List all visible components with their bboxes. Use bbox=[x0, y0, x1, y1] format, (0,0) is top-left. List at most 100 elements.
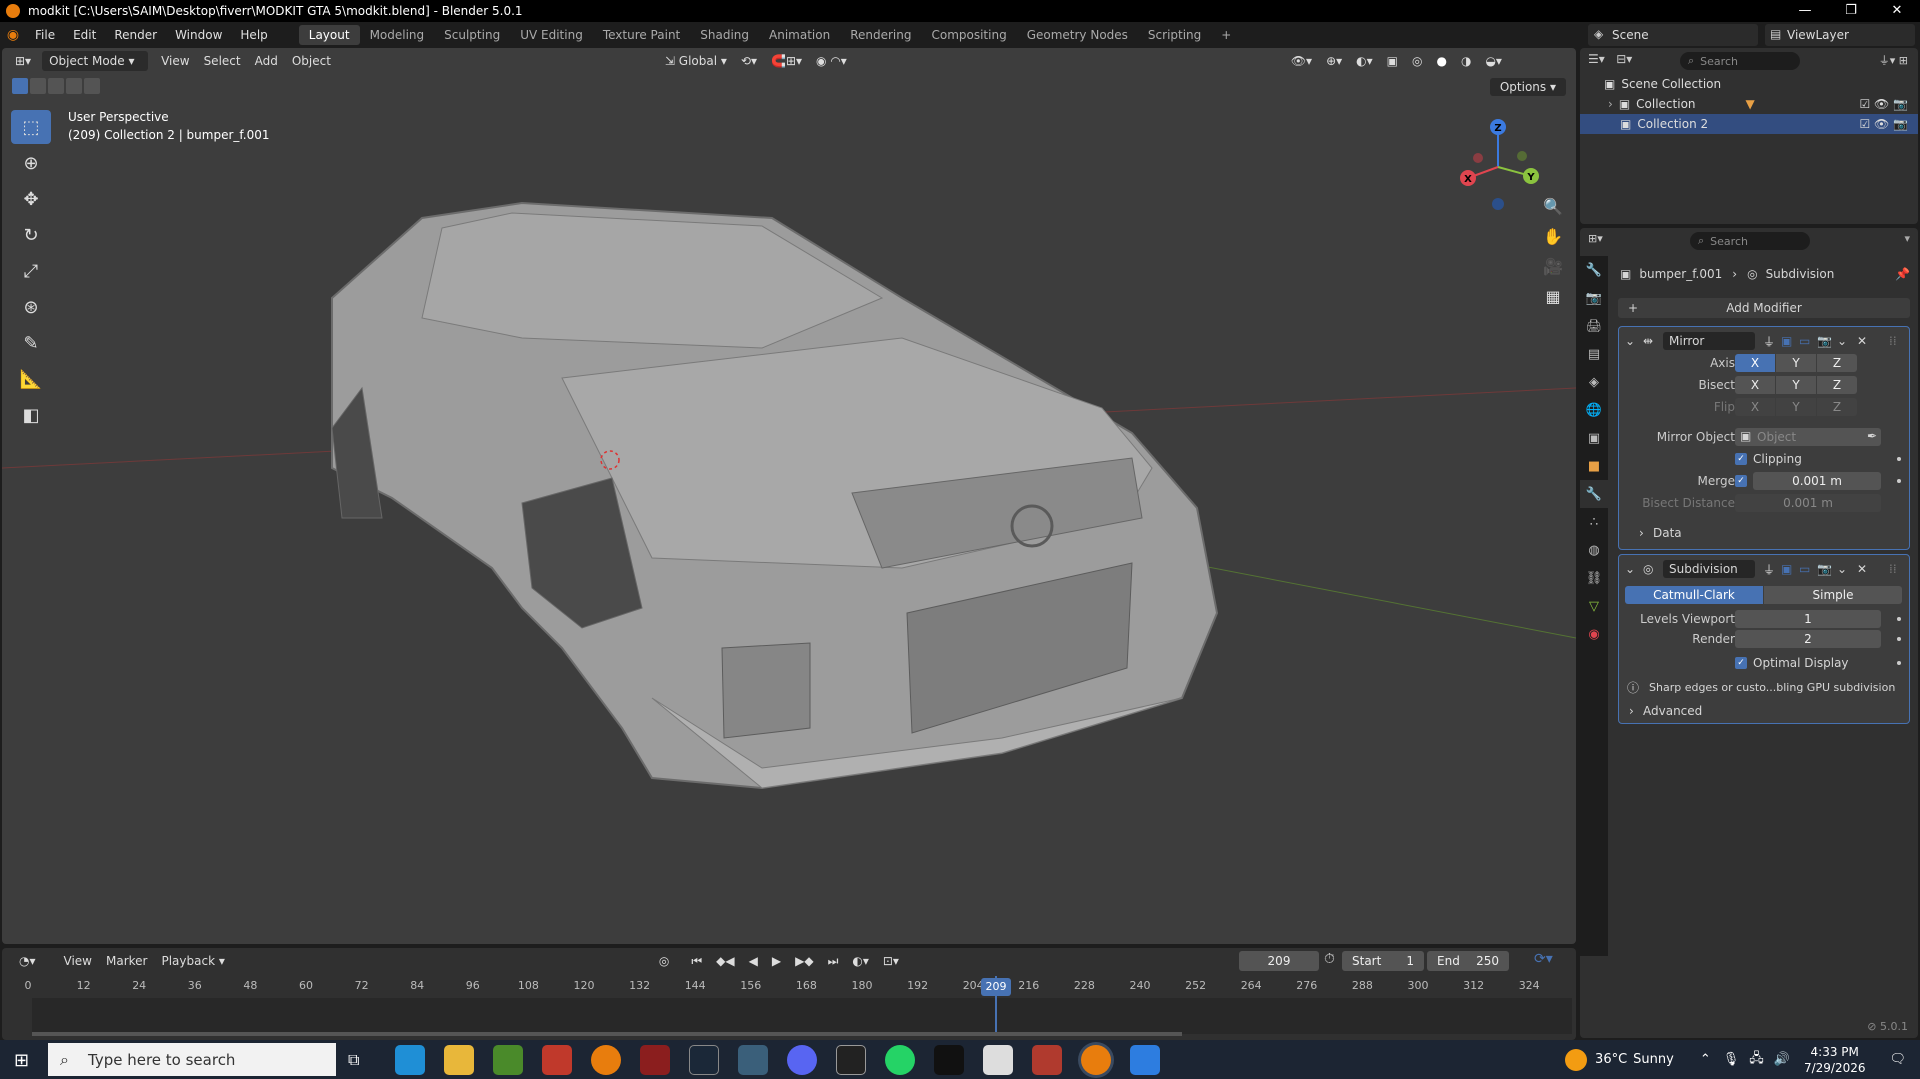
clipping-checkbox[interactable]: ✓ bbox=[1735, 453, 1747, 465]
cursor-icon[interactable]: ⊕ bbox=[11, 146, 51, 180]
timeline-menu-playback[interactable]: Playback ▾ bbox=[154, 951, 231, 971]
flip-x-toggle[interactable]: X bbox=[1735, 398, 1775, 416]
clock[interactable]: 4:33 PM 7/29/2026 bbox=[1804, 1044, 1866, 1076]
app-w-icon[interactable] bbox=[983, 1045, 1013, 1075]
render-toggle-icon[interactable]: 📷 bbox=[1817, 562, 1832, 576]
options-button[interactable]: Options ▾ bbox=[1489, 78, 1566, 96]
keyframe-dot-icon[interactable] bbox=[1897, 661, 1901, 665]
keyframe-dot-icon[interactable] bbox=[1897, 617, 1901, 621]
remove-modifier-icon[interactable]: ✕ bbox=[1857, 334, 1867, 348]
flip-y-toggle[interactable]: Y bbox=[1776, 398, 1816, 416]
cage-toggle-icon[interactable]: ▣ bbox=[1781, 334, 1792, 348]
app-iv-icon[interactable] bbox=[836, 1045, 866, 1075]
app-blue-icon[interactable] bbox=[1130, 1045, 1160, 1075]
particles-tab-icon[interactable]: ∴ bbox=[1580, 508, 1608, 536]
play-icon[interactable]: ▶ bbox=[765, 951, 788, 971]
subdivision-name-field[interactable]: Subdivision bbox=[1663, 560, 1755, 578]
playhead-frame[interactable]: 209 bbox=[981, 978, 1011, 996]
current-frame-field[interactable]: 209 bbox=[1239, 951, 1319, 971]
visibility-toggles[interactable]: ☑ 👁 📷 bbox=[1859, 97, 1908, 111]
start-frame-field[interactable]: Start 1 bbox=[1342, 951, 1424, 971]
properties-options-icon[interactable]: ▾ bbox=[1904, 232, 1910, 245]
tab-uv-editing[interactable]: UV Editing bbox=[510, 25, 593, 45]
timeline-track[interactable] bbox=[32, 998, 1572, 1034]
levels-viewport-field[interactable]: 1 bbox=[1735, 610, 1881, 628]
app-helmet-icon[interactable] bbox=[738, 1045, 768, 1075]
next-keyframe-icon[interactable]: ▶◆ bbox=[788, 951, 820, 971]
cage-toggle-icon[interactable]: ▣ bbox=[1781, 562, 1792, 576]
sync-icon[interactable]: ⟳▾ bbox=[1534, 951, 1553, 967]
tab-animation[interactable]: Animation bbox=[759, 25, 840, 45]
tab-compositing[interactable]: Compositing bbox=[921, 25, 1016, 45]
object-tab-icon[interactable]: ■ bbox=[1580, 452, 1608, 480]
tab-rendering[interactable]: Rendering bbox=[840, 25, 921, 45]
blender-active-icon[interactable] bbox=[1081, 1045, 1111, 1075]
file-explorer-icon[interactable] bbox=[444, 1045, 474, 1075]
keyframe-dot-icon[interactable] bbox=[1897, 457, 1901, 461]
keying-icon[interactable]: ◐▾ bbox=[845, 951, 876, 971]
scene-selector[interactable]: ◈ Scene bbox=[1588, 24, 1758, 46]
visibility-toggles[interactable]: ☑ 👁 📷 bbox=[1859, 117, 1908, 131]
edge-icon[interactable] bbox=[395, 1045, 425, 1075]
jump-start-icon[interactable]: ⏮ bbox=[684, 951, 709, 971]
render-toggle-icon[interactable]: 📷 bbox=[1817, 334, 1832, 348]
car-model[interactable] bbox=[2, 48, 1576, 944]
menu-window[interactable]: Window bbox=[166, 22, 231, 48]
weather-sun-icon[interactable] bbox=[1565, 1048, 1588, 1071]
optimal-display-checkbox[interactable]: ✓ bbox=[1735, 657, 1747, 669]
filter-icon[interactable]: ⏚▾ ⊞ bbox=[1879, 52, 1908, 68]
axis-x-toggle[interactable]: X bbox=[1735, 354, 1775, 372]
mirror-name-field[interactable]: Mirror bbox=[1663, 332, 1755, 350]
prev-keyframe-icon[interactable]: ◆◀ bbox=[709, 951, 741, 971]
3d-viewport[interactable]: ⊞▾ Object Mode ▾ View Select Add Object … bbox=[2, 48, 1576, 944]
tab-shading[interactable]: Shading bbox=[690, 25, 759, 45]
notification-icon[interactable]: 🗨 bbox=[1889, 1052, 1906, 1067]
world-tab-icon[interactable]: 🌐 bbox=[1580, 396, 1608, 424]
app-red-icon[interactable] bbox=[542, 1045, 572, 1075]
edit-mode-toggle-icon[interactable]: ⏚ bbox=[1763, 561, 1775, 578]
add-workspace-icon[interactable]: + bbox=[1211, 25, 1241, 45]
constraints-tab-icon[interactable]: ⛓ bbox=[1580, 564, 1608, 592]
dropdown-icon[interactable]: ⌄ bbox=[1837, 334, 1847, 348]
rotate-icon[interactable]: ↻ bbox=[11, 218, 51, 252]
windows-start-icon[interactable]: ⊞ bbox=[14, 1050, 29, 1071]
navigation-gizmo[interactable]: Z X Y bbox=[1448, 112, 1548, 212]
timeline-editor[interactable]: ◔▾ View Marker Playback ▾ ◎ ⏮ ◆◀ ◀ ▶ ▶◆ … bbox=[2, 948, 1576, 1040]
discord-icon[interactable] bbox=[787, 1045, 817, 1075]
keyframe-dot-icon[interactable] bbox=[1897, 637, 1901, 641]
tab-sculpting[interactable]: Sculpting bbox=[434, 25, 510, 45]
edit-mode-toggle-icon[interactable]: ⏚ bbox=[1763, 333, 1775, 350]
properties-editor-type-icon[interactable]: ⊞▾ bbox=[1588, 232, 1603, 245]
timeline-editor-type-icon[interactable]: ◔▾ bbox=[12, 951, 43, 971]
select-box-icon[interactable]: ⬚ bbox=[11, 110, 51, 144]
add-modifier-button[interactable]: + Add Modifier bbox=[1618, 298, 1910, 318]
outliner-row-scene-collection[interactable]: ▣ Scene Collection bbox=[1580, 74, 1918, 94]
taskbar-search[interactable]: ⌕ Type here to search bbox=[48, 1043, 336, 1076]
steam-icon[interactable] bbox=[689, 1045, 719, 1075]
data-tab-icon[interactable]: ▽ bbox=[1580, 592, 1608, 620]
tab-modeling[interactable]: Modeling bbox=[360, 25, 435, 45]
view-layer-tab-icon[interactable]: ▤ bbox=[1580, 340, 1608, 368]
tab-layout[interactable]: Layout bbox=[298, 25, 360, 45]
tab-scripting[interactable]: Scripting bbox=[1138, 25, 1211, 45]
material-tab-icon[interactable]: ◉ bbox=[1580, 620, 1608, 648]
zoom-icon[interactable]: 🔍 bbox=[1540, 193, 1566, 219]
outliner-editor-type-icon[interactable]: ☰▾ ⊟▾ bbox=[1588, 52, 1632, 66]
play-reverse-icon[interactable]: ◀ bbox=[742, 951, 765, 971]
preview-range-icon[interactable]: ⏱ bbox=[1324, 951, 1335, 967]
pin-icon[interactable]: 📌 bbox=[1895, 267, 1910, 281]
axis-y-toggle[interactable]: Y bbox=[1776, 354, 1816, 372]
transform-icon[interactable]: ⊛ bbox=[11, 290, 51, 324]
menu-edit[interactable]: Edit bbox=[64, 22, 105, 48]
drag-handle-icon[interactable]: ⁞⁞ bbox=[1889, 562, 1897, 576]
mirror-data-subpanel[interactable]: › Data bbox=[1619, 523, 1911, 543]
simple-toggle[interactable]: Simple bbox=[1764, 586, 1902, 604]
menu-help[interactable]: Help bbox=[231, 22, 276, 48]
app-gear-icon[interactable] bbox=[1032, 1045, 1062, 1075]
collapse-chevron-icon[interactable]: ⌄ bbox=[1625, 334, 1635, 348]
jump-end-icon[interactable]: ⏭ bbox=[821, 951, 846, 971]
outliner-row-collection-2[interactable]: ▣ Collection 2 ☑ 👁 📷 bbox=[1580, 114, 1918, 134]
modifier-tab-icon[interactable]: 🔧 bbox=[1580, 480, 1608, 508]
outliner-row-collection[interactable]: › ▣ Collection ▼ ☑ 👁 📷 bbox=[1580, 94, 1918, 114]
viewport-toggle-icon[interactable]: ▭ bbox=[1799, 334, 1810, 348]
